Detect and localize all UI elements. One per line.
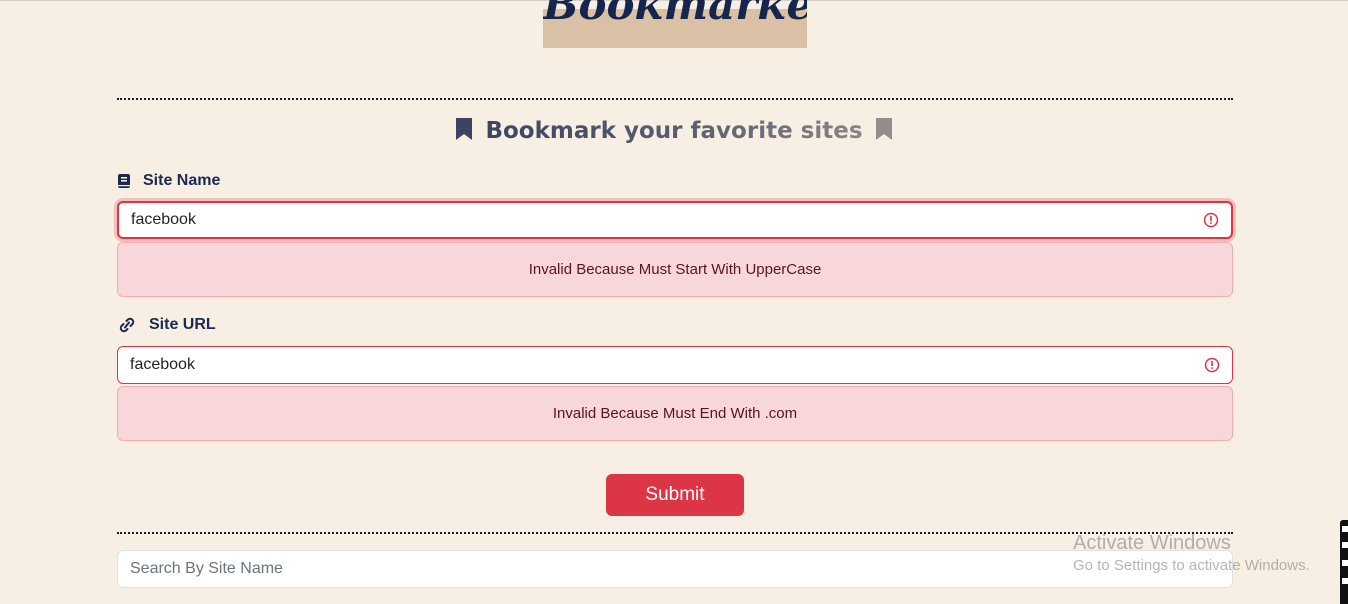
search-input[interactable] xyxy=(117,550,1233,588)
error-circle-icon xyxy=(1203,212,1219,228)
divider-bottom xyxy=(117,532,1233,534)
site-name-value[interactable]: facebook xyxy=(131,211,1203,229)
site-name-error-alert: Invalid Because Must Start With UpperCas… xyxy=(117,242,1233,297)
divider-top xyxy=(117,98,1233,100)
watermark-subtitle: Go to Settings to activate Windows. xyxy=(1073,557,1310,574)
site-url-label: Site URL xyxy=(117,316,216,334)
book-icon xyxy=(118,174,130,188)
site-url-label-text: Site URL xyxy=(149,316,216,333)
site-name-input[interactable]: facebook xyxy=(117,201,1233,239)
site-name-label-text: Site Name xyxy=(143,172,221,189)
page-heading-text: Bookmark your favorite sites xyxy=(485,118,863,144)
bookmark-icon xyxy=(456,118,473,140)
site-name-label: Site Name xyxy=(117,172,220,190)
bookmark-icon xyxy=(875,118,892,140)
error-circle-icon xyxy=(1204,357,1220,373)
site-url-error-alert: Invalid Because Must End With .com xyxy=(117,386,1233,441)
site-url-input[interactable]: facebook xyxy=(117,346,1233,384)
site-name-error-text: Invalid Because Must Start With UpperCas… xyxy=(528,261,822,278)
watermark-title: Activate Windows xyxy=(1073,532,1231,554)
windows-activation-watermark: Activate Windows Go to Settings to activ… xyxy=(1073,531,1310,577)
page-heading: Bookmark your favorite sites xyxy=(0,114,1348,148)
app-logo: Bookmarker xyxy=(543,0,807,28)
site-url-error-text: Invalid Because Must End With .com xyxy=(552,405,798,422)
edge-widget xyxy=(1340,520,1348,604)
submit-button[interactable]: Submit xyxy=(606,474,744,516)
link-icon xyxy=(119,317,135,333)
site-url-value[interactable]: facebook xyxy=(130,356,1204,374)
